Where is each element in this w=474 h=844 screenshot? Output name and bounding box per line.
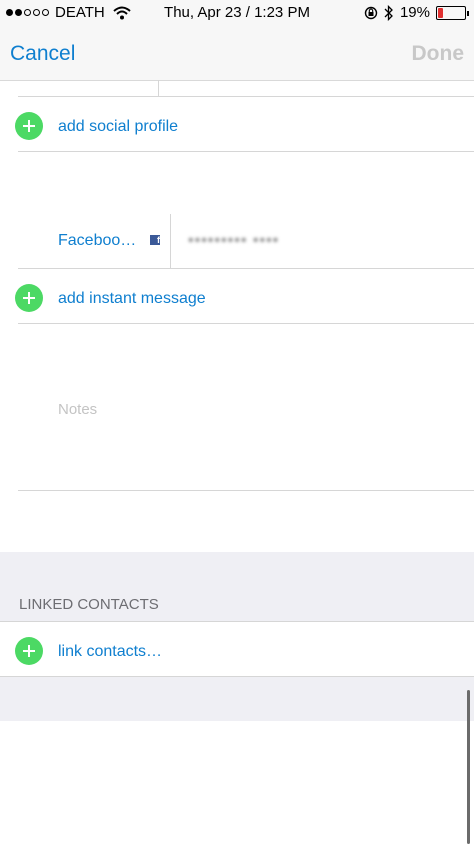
row-divider <box>18 268 474 269</box>
section-divider <box>0 621 474 622</box>
section-footer <box>0 676 474 721</box>
facebook-icon: f <box>150 235 160 245</box>
linked-contacts-header: LINKED CONTACTS <box>19 596 159 613</box>
field-separator <box>170 214 171 268</box>
status-right: 19% <box>364 4 469 21</box>
facebook-label[interactable]: Faceboo… <box>58 232 136 250</box>
notes-field[interactable]: Notes <box>58 401 97 418</box>
field-separator <box>158 80 159 96</box>
rotation-lock-icon <box>364 6 378 19</box>
status-bar: DEATH Thu, Apr 23 / 1:23 PM 19% <box>0 0 474 28</box>
link-contacts-plus-icon[interactable] <box>15 637 43 665</box>
scrollbar[interactable] <box>467 690 470 844</box>
link-contacts-button[interactable]: link contacts… <box>58 643 162 661</box>
done-button[interactable]: Done <box>412 42 465 66</box>
battery-icon <box>436 5 469 20</box>
add-social-profile-button[interactable]: add social profile <box>58 118 178 136</box>
battery-fill <box>438 7 443 18</box>
bluetooth-icon <box>384 4 393 21</box>
cancel-button[interactable]: Cancel <box>10 42 75 66</box>
battery-percent: 19% <box>399 4 430 21</box>
row-divider <box>18 490 474 491</box>
add-instant-message-plus-icon[interactable] <box>15 284 43 312</box>
nav-bar: Cancel Done <box>0 28 474 81</box>
row-divider <box>18 96 474 97</box>
row-divider <box>18 323 474 324</box>
add-social-profile-plus-icon[interactable] <box>15 112 43 140</box>
facebook-username-field[interactable]: ••••••••• •••• <box>188 232 279 250</box>
add-instant-message-button[interactable]: add instant message <box>58 290 206 308</box>
row-divider <box>18 151 474 152</box>
